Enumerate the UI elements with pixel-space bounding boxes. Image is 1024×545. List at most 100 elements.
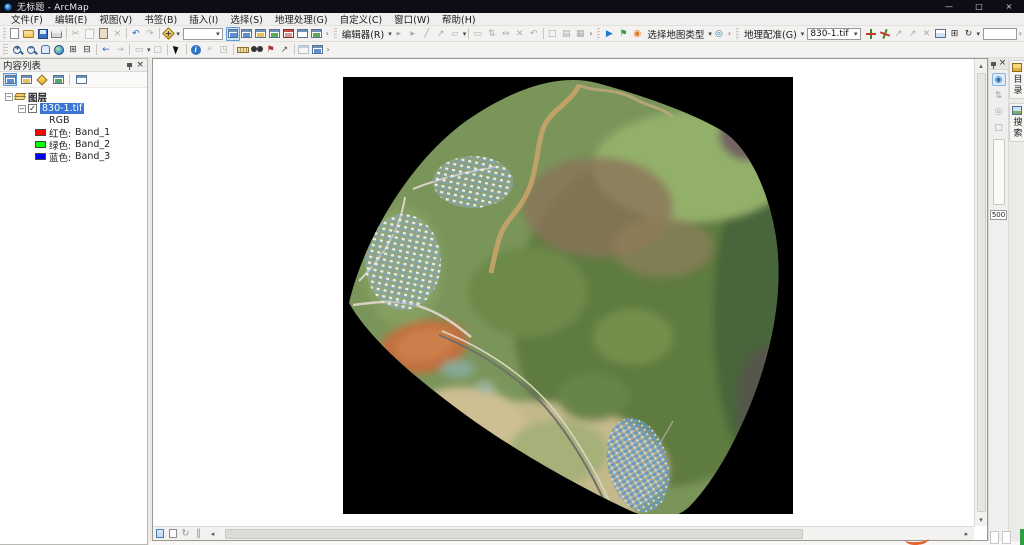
raster-layer-label[interactable]: 830-1.tif bbox=[40, 103, 84, 114]
refresh-view-button[interactable]: ↻ bbox=[179, 528, 192, 540]
list-by-drawing-order-button[interactable] bbox=[3, 73, 17, 86]
open-viewer-window-button[interactable] bbox=[297, 43, 311, 57]
select-map-type-button[interactable]: 选择地图类型 bbox=[644, 27, 707, 41]
minimize-button[interactable]: — bbox=[934, 0, 964, 13]
delete-link-button[interactable]: ✕ bbox=[920, 27, 934, 41]
rotate-tool-button[interactable]: ↔ bbox=[499, 27, 513, 41]
zoom-in-button[interactable]: + bbox=[10, 43, 24, 57]
layers-expander[interactable]: − bbox=[5, 93, 13, 101]
select-features-button[interactable]: ▭ bbox=[132, 43, 146, 57]
editor-toolbar-grip[interactable] bbox=[334, 28, 337, 39]
vertical-scrollbar[interactable]: ▴ ▾ bbox=[974, 59, 987, 526]
split-tool-button[interactable]: ⇅ bbox=[485, 27, 499, 41]
georeferencing-input[interactable] bbox=[983, 28, 1017, 40]
arctoolbox-button[interactable] bbox=[282, 27, 296, 41]
construction-tools-dropdown[interactable]: ▾ bbox=[463, 30, 467, 38]
tools-toolbar-grip[interactable] bbox=[3, 44, 8, 55]
new-map-button[interactable] bbox=[8, 27, 22, 41]
menu-insert[interactable]: 插入(I) bbox=[183, 13, 224, 25]
add-multiple-points-button[interactable] bbox=[878, 27, 892, 41]
toc-window-button[interactable] bbox=[240, 27, 254, 41]
python-window-button[interactable] bbox=[296, 27, 310, 41]
toc-pin-icon[interactable] bbox=[127, 63, 132, 67]
contrast-button[interactable]: ⇅ bbox=[992, 89, 1006, 102]
menu-help[interactable]: 帮助(H) bbox=[436, 13, 482, 25]
list-by-visibility-button[interactable] bbox=[35, 73, 49, 86]
dock-close-button[interactable]: × bbox=[999, 59, 1007, 68]
brightness-button[interactable]: ◎ bbox=[992, 105, 1006, 118]
pan-button[interactable] bbox=[38, 43, 52, 57]
layers-group-label[interactable]: 图层 bbox=[28, 90, 47, 104]
trace-tool-button[interactable]: ▱ bbox=[448, 27, 462, 41]
search-window-button[interactable] bbox=[268, 27, 282, 41]
endpoint-arc-button[interactable]: ↗ bbox=[434, 27, 448, 41]
toc-options-button[interactable] bbox=[74, 73, 88, 86]
horizontal-scroll-track[interactable] bbox=[219, 529, 960, 539]
zoom-to-link-button[interactable]: ↗ bbox=[906, 27, 920, 41]
editor-toolbar-toggle[interactable] bbox=[226, 27, 240, 41]
cut-polygons-button[interactable]: ▭ bbox=[471, 27, 485, 41]
vertical-scroll-thumb[interactable] bbox=[977, 73, 986, 512]
data-view-button[interactable] bbox=[153, 528, 166, 540]
fixed-zoom-in-button[interactable]: ⊞ bbox=[66, 43, 80, 57]
raster-visibility-checkbox[interactable]: ✓ bbox=[28, 104, 37, 113]
basemap-globe-button[interactable]: ◎ bbox=[712, 27, 726, 41]
add-data-button[interactable]: + bbox=[161, 27, 175, 41]
cut-button[interactable]: ✂ bbox=[68, 27, 82, 41]
flicker-rate-box[interactable]: 500 bbox=[990, 210, 1007, 220]
go-to-xy-button[interactable]: ↗ bbox=[278, 43, 292, 57]
delete-button[interactable]: × bbox=[110, 27, 124, 41]
raster-expander[interactable]: − bbox=[18, 105, 26, 113]
toc-close-button[interactable]: × bbox=[136, 61, 144, 70]
sketch-properties-button[interactable]: ▦ bbox=[573, 27, 587, 41]
hyperlink-button[interactable]: ⚡ bbox=[203, 43, 217, 57]
georeferencing-toolbar-grip[interactable] bbox=[736, 28, 739, 39]
add-data-dropdown[interactable]: ▾ bbox=[176, 30, 180, 38]
identify-button[interactable]: i bbox=[189, 43, 203, 57]
paste-button[interactable] bbox=[96, 27, 110, 41]
swipe-layer-button[interactable]: ◉ bbox=[992, 73, 1006, 86]
create-features-button[interactable]: □ bbox=[545, 27, 559, 41]
link-table-button[interactable] bbox=[934, 27, 948, 41]
measure-button[interactable] bbox=[236, 43, 250, 57]
editor-menu-button[interactable]: 编辑器(R) bbox=[339, 27, 388, 41]
layout-view-button[interactable] bbox=[166, 528, 179, 540]
maptype-toolbar-grip[interactable] bbox=[597, 28, 600, 39]
orthophoto-image[interactable] bbox=[343, 77, 793, 514]
find-button[interactable] bbox=[250, 43, 264, 57]
maximize-button[interactable]: □ bbox=[964, 0, 994, 13]
edit-annotation-tool-button[interactable]: ▸ bbox=[406, 27, 420, 41]
tab-catalog[interactable]: 目录 bbox=[1009, 60, 1024, 99]
rotate-dropdown-icon[interactable]: ▾ bbox=[977, 30, 981, 38]
run-button[interactable]: ▶ bbox=[602, 27, 616, 41]
horizontal-scroll-thumb[interactable] bbox=[225, 529, 803, 539]
open-button[interactable] bbox=[22, 27, 36, 41]
undo-button[interactable]: ↶ bbox=[129, 27, 143, 41]
menu-customize[interactable]: 自定义(C) bbox=[334, 13, 389, 25]
menu-selection[interactable]: 选择(S) bbox=[224, 13, 268, 25]
menu-edit[interactable]: 编辑(E) bbox=[49, 13, 93, 25]
tab-search[interactable]: 搜索 bbox=[1009, 103, 1024, 142]
sphere-button[interactable]: ◉ bbox=[630, 27, 644, 41]
redo-button[interactable]: ↷ bbox=[143, 27, 157, 41]
html-popup-button[interactable]: ◳ bbox=[217, 43, 231, 57]
list-by-selection-button[interactable] bbox=[51, 73, 65, 86]
standard-toolbar-overflow[interactable]: › bbox=[326, 29, 329, 38]
scroll-left-button[interactable]: ◂ bbox=[206, 527, 219, 540]
viewer-button[interactable]: ⊞ bbox=[948, 27, 962, 41]
select-elements-button[interactable] bbox=[170, 43, 184, 57]
create-viewer-window-button[interactable] bbox=[311, 43, 325, 57]
menu-windows[interactable]: 窗口(W) bbox=[388, 13, 436, 25]
menu-view[interactable]: 视图(V) bbox=[93, 13, 138, 25]
scroll-down-button[interactable]: ▾ bbox=[975, 513, 988, 526]
zoom-out-button[interactable]: − bbox=[24, 43, 38, 57]
go-forward-extent-button[interactable]: → bbox=[113, 43, 127, 57]
menu-geoprocessing[interactable]: 地理处理(G) bbox=[269, 13, 334, 25]
clear-selection-button[interactable]: □ bbox=[151, 43, 165, 57]
erase-tool-button[interactable]: ✕ bbox=[513, 27, 527, 41]
standard-toolbar-grip[interactable] bbox=[3, 28, 6, 39]
tools-toolbar-overflow[interactable]: › bbox=[327, 45, 330, 54]
raster-extent-background[interactable] bbox=[343, 77, 793, 514]
maptype-toolbar-overflow[interactable]: › bbox=[728, 29, 731, 38]
georeferencing-toolbar-overflow[interactable]: › bbox=[1019, 29, 1022, 38]
